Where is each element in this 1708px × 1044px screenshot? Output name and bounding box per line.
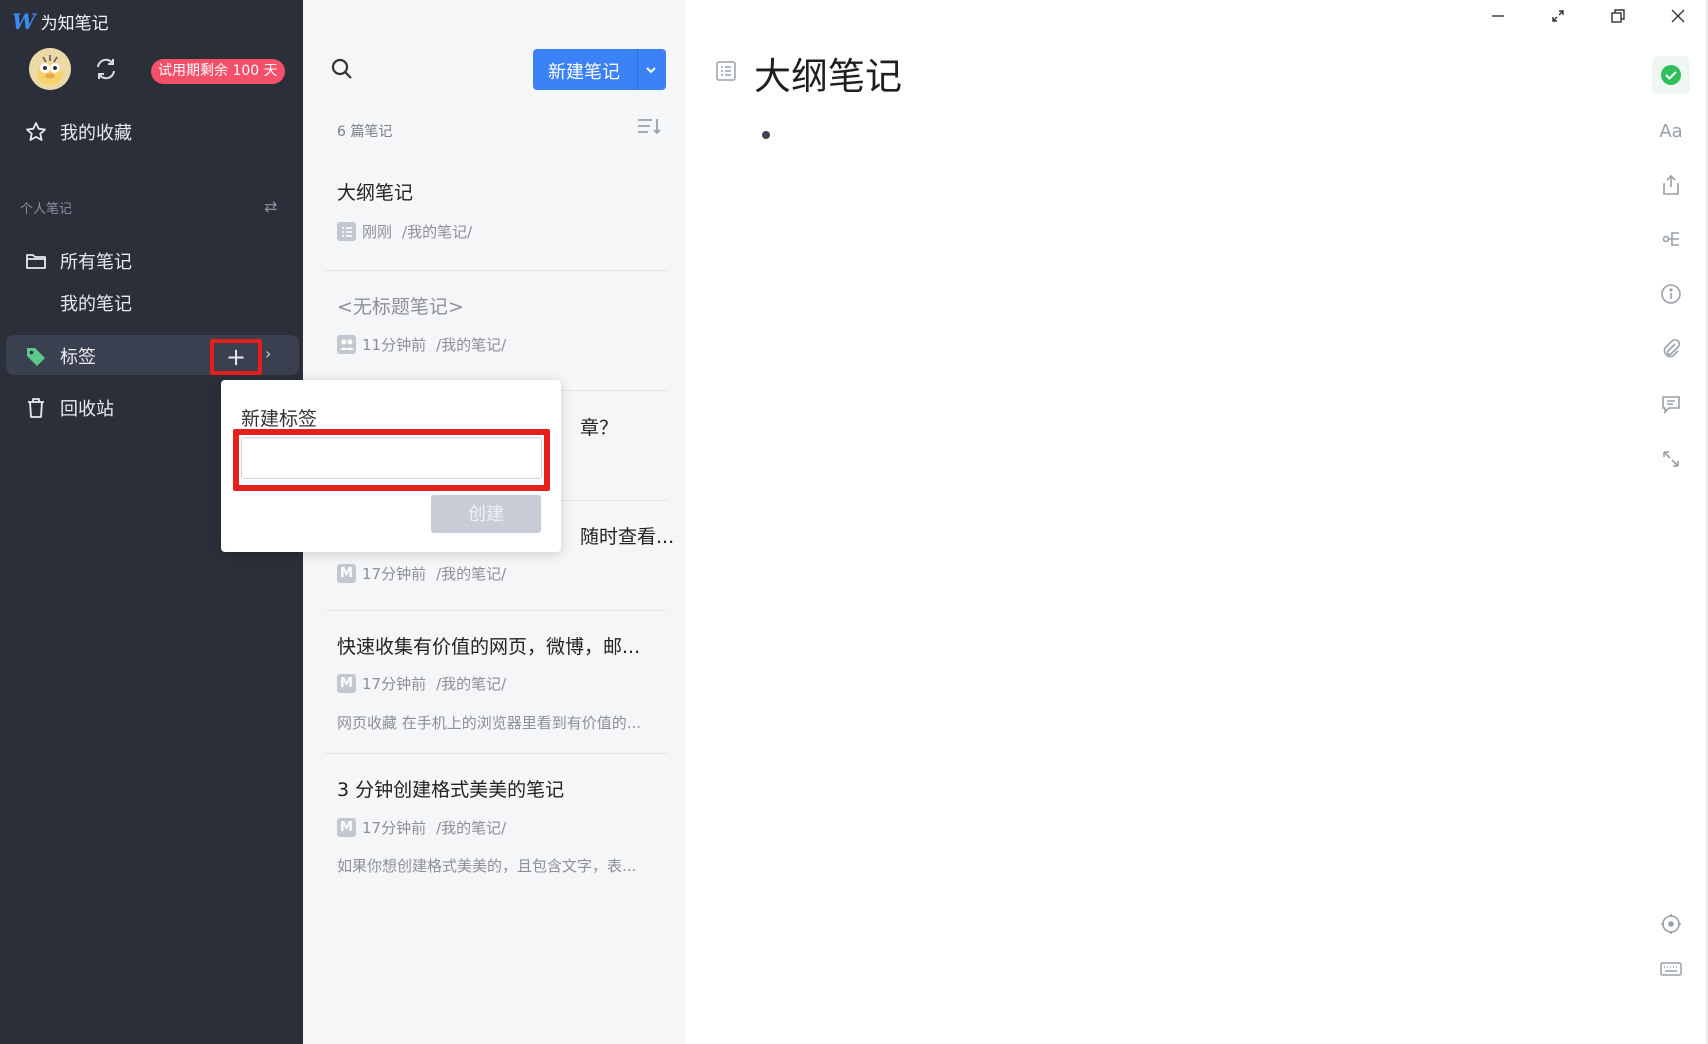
list-item[interactable]: 快速收集有价值的网页，微博，邮... M 17分钟前 /我的笔记/ 网页收藏 在…: [325, 620, 667, 753]
markdown-note-icon: M: [337, 818, 356, 837]
folder-icon: [24, 249, 48, 273]
note-title-fragment: 章？: [580, 417, 619, 439]
sidebar-item-label: 所有笔记: [60, 252, 132, 273]
note-time: 17分钟前: [362, 819, 427, 837]
note-meta: M 17分钟前 /我的笔记/: [337, 817, 506, 838]
app-window: W 为知笔记 试用期剩余 100 天 我的收藏 个人笔记 ⇄ 所有笔记 我的笔记…: [0, 0, 1708, 1044]
chevron-down-icon[interactable]: [642, 61, 660, 79]
button-divider: [637, 49, 638, 90]
outline-note-icon: [337, 222, 356, 241]
note-path: /我的笔记/: [436, 336, 507, 354]
trash-icon: [24, 396, 48, 420]
section-label-personal: 个人笔记: [20, 202, 73, 217]
note-title: 快速收集有价值的网页，微博，邮...: [337, 636, 641, 658]
app-title: W 为知笔记: [12, 8, 109, 34]
note-time: 刚刚: [362, 223, 393, 241]
new-note-label: 新建笔记: [548, 62, 620, 83]
highlight-box: [233, 429, 550, 491]
note-meta: 刚刚 /我的笔记/: [337, 221, 472, 242]
comment-icon[interactable]: [1657, 390, 1685, 418]
sidebar-item-label: 我的收藏: [60, 123, 132, 144]
outline-tree-icon[interactable]: [1657, 225, 1685, 253]
note-meta: M 17分钟前 /我的笔记/: [337, 673, 506, 694]
sidebar-item-my-notes[interactable]: 我的笔记: [60, 290, 132, 316]
avatar-image: [29, 48, 71, 90]
create-tag-button[interactable]: 创建: [431, 495, 541, 533]
right-toolbar: Aa: [1650, 0, 1708, 1044]
sort-icon[interactable]: [636, 116, 662, 138]
new-note-button[interactable]: 新建笔记: [533, 49, 666, 90]
search-icon[interactable]: [329, 56, 355, 82]
attachment-icon[interactable]: [1657, 335, 1685, 363]
divider: [325, 270, 667, 271]
add-tag-button[interactable]: +: [210, 339, 262, 375]
expand-icon[interactable]: [1657, 445, 1685, 473]
note-time: 11分钟前: [362, 336, 427, 354]
note-time: 17分钟前: [362, 565, 427, 583]
list-item[interactable]: 3 分钟创建格式美美的笔记 M 17分钟前 /我的笔记/ 如果你想创建格式美美的…: [325, 763, 667, 896]
sync-icon[interactable]: [92, 55, 120, 83]
note-snippet: 如果你想创建格式美美的，且包含文字，表...: [337, 857, 637, 875]
note-title: 大纲笔记: [337, 182, 414, 204]
note-meta: M 17分钟前 /我的笔记/: [337, 563, 506, 584]
app-logo-icon: W: [12, 8, 36, 34]
note-title: <无标题笔记>: [337, 296, 464, 318]
editor-panel: 大纲笔记 Aa: [686, 0, 1708, 1044]
note-path: /我的笔记/: [436, 819, 507, 837]
sidebar-item-label: 标签: [60, 347, 96, 368]
note-title-fragment: 随时查看...: [580, 526, 675, 548]
popup-title: 新建标签: [241, 408, 318, 430]
sidebar-item-favorites[interactable]: 我的收藏: [6, 111, 299, 151]
fullscreen-icon[interactable]: [1528, 0, 1588, 32]
swap-icon[interactable]: ⇄: [264, 197, 284, 217]
list-item[interactable]: <无标题笔记> 11分钟前 /我的笔记/: [325, 280, 667, 390]
star-icon: [24, 120, 48, 144]
note-path: /我的笔记/: [402, 223, 473, 241]
keyboard-icon[interactable]: [1657, 955, 1685, 983]
info-icon[interactable]: [1657, 280, 1685, 308]
list-item[interactable]: 大纲笔记 刚刚 /我的笔记/: [325, 170, 667, 270]
document-title[interactable]: 大纲笔记: [754, 46, 902, 100]
markdown-note-icon: M: [337, 674, 356, 693]
note-snippet: 网页收藏 在手机上的浏览器里看到有价值的...: [337, 714, 642, 732]
check-circle-icon: [1661, 65, 1681, 85]
note-count: 6 篇笔记: [337, 124, 393, 140]
tag-icon: [24, 344, 48, 368]
avatar[interactable]: [29, 48, 71, 90]
share-icon[interactable]: [1657, 171, 1685, 199]
app-title-text: 为知笔记: [40, 13, 109, 34]
locate-icon[interactable]: [1657, 910, 1685, 938]
new-tag-popup: 新建标签 创建: [221, 380, 561, 552]
font-icon[interactable]: Aa: [1657, 117, 1685, 145]
trial-badge[interactable]: 试用期剩余 100 天: [151, 59, 285, 84]
restore-icon[interactable]: [1588, 0, 1648, 32]
divider: [325, 753, 667, 754]
tag-name-input[interactable]: [241, 437, 542, 479]
note-path: /我的笔记/: [436, 675, 507, 693]
divider: [325, 610, 667, 611]
markdown-note-icon: M: [337, 564, 356, 583]
saved-status-button[interactable]: [1652, 56, 1690, 94]
sidebar-item-label: 回收站: [60, 399, 114, 420]
sidebar-item-all-notes[interactable]: 所有笔记: [6, 240, 299, 280]
collab-note-icon: [337, 335, 356, 354]
outline-bullet[interactable]: [762, 131, 770, 139]
note-path: /我的笔记/: [436, 565, 507, 583]
note-title: 3 分钟创建格式美美的笔记: [337, 779, 565, 801]
note-meta: 11分钟前 /我的笔记/: [337, 334, 506, 355]
outline-icon[interactable]: [714, 59, 738, 83]
note-time: 17分钟前: [362, 675, 427, 693]
minimize-icon[interactable]: [1468, 0, 1528, 32]
chevron-right-icon[interactable]: ›: [265, 344, 279, 364]
